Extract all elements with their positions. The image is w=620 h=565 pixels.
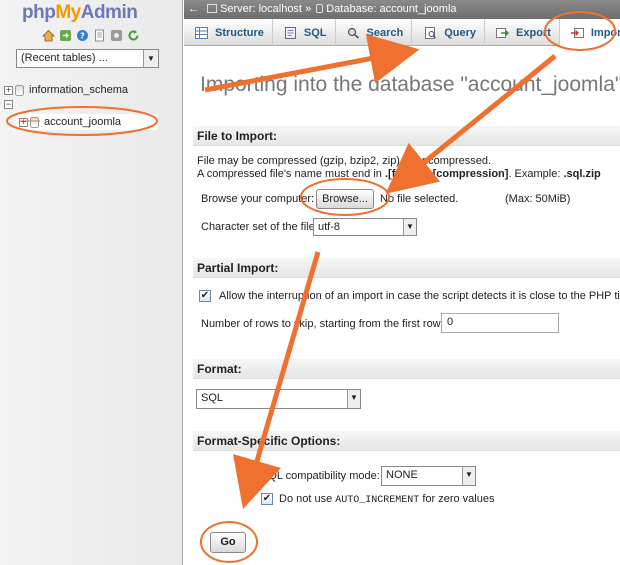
back-arrow-icon[interactable]: ←	[188, 3, 199, 15]
tab-query[interactable]: Query	[412, 19, 486, 46]
database-icon	[30, 116, 39, 128]
structure-icon	[195, 26, 208, 39]
format-select[interactable]: SQL ▼	[196, 389, 361, 409]
reload-icon[interactable]	[127, 29, 140, 42]
quick-links: ?	[42, 29, 140, 42]
no-auto-increment-checkbox[interactable]: ✔	[261, 493, 273, 505]
db-tree-item-information-schema[interactable]: + information_schema	[4, 84, 128, 96]
section-file-to-import: File to Import:	[193, 126, 620, 146]
svg-text:?: ?	[80, 32, 85, 41]
import-icon	[570, 27, 584, 39]
breadcrumb-server[interactable]: Server: localhost	[220, 3, 302, 15]
tab-sql[interactable]: SQL	[273, 19, 336, 46]
page-title: Importing into the database "account_joo…	[200, 73, 620, 96]
expand-icon[interactable]: +	[4, 85, 13, 95]
documentation-icon[interactable]	[93, 29, 106, 42]
query-icon	[424, 26, 437, 39]
section-format: Format:	[193, 359, 620, 379]
database-icon	[316, 4, 324, 13]
export-icon	[496, 27, 510, 39]
compression-note: File may be compressed (gzip, bzip2, zip…	[197, 155, 492, 167]
help-icon[interactable]: ?	[76, 29, 89, 42]
breadcrumb: ← Server: localhost » Database: account_…	[184, 0, 620, 19]
database-icon	[15, 84, 24, 96]
allow-interrupt-checkbox[interactable]: ✔	[199, 290, 211, 302]
logout-icon[interactable]	[59, 29, 72, 42]
sql-icon	[284, 26, 297, 39]
tab-bar: Structure SQL Search Query Export Import	[184, 19, 620, 46]
max-upload-size: (Max: 50MiB)	[505, 193, 571, 205]
section-format-options: Format-Specific Options:	[193, 431, 620, 451]
skip-rows-label: Number of rows to skip, starting from th…	[201, 318, 444, 330]
no-auto-increment-label: Do not use AUTO_INCREMENT for zero value…	[279, 493, 495, 506]
allow-interrupt-label: Allow the interruption of an import in c…	[219, 290, 620, 302]
compressed-filename-note: A compressed file's name must end in .[f…	[197, 168, 601, 180]
search-icon	[347, 27, 360, 39]
expand-icon[interactable]: +	[19, 117, 28, 127]
browse-label: Browse your computer:	[201, 193, 315, 205]
tab-structure[interactable]: Structure	[184, 19, 273, 46]
sql-compat-label: SQL compatibility mode:	[261, 470, 380, 482]
browse-button[interactable]: Browse...	[316, 189, 374, 209]
tab-import[interactable]: Import	[559, 19, 620, 46]
db-tree-item-account-joomla[interactable]: + account_joomla	[16, 114, 158, 130]
chevron-down-icon: ▼	[347, 390, 360, 408]
chevron-down-icon: ▼	[403, 219, 416, 235]
sql-compat-select[interactable]: NONE ▼	[381, 466, 476, 486]
recent-tables-select[interactable]: (Recent tables) ... ▼	[16, 49, 159, 68]
breadcrumb-database[interactable]: Database: account_joomla	[326, 3, 456, 15]
import-form: Importing into the database "account_joo…	[184, 47, 620, 565]
db-tree-collapse[interactable]: −	[4, 100, 15, 109]
main-panel: ← Server: localhost » Database: account_…	[184, 0, 620, 565]
server-icon	[207, 4, 218, 13]
skip-rows-input[interactable]: 0	[441, 313, 559, 333]
section-partial-import: Partial Import:	[193, 258, 620, 278]
tab-export[interactable]: Export	[485, 19, 560, 46]
charset-label: Character set of the file:	[201, 221, 318, 233]
tab-search[interactable]: Search	[336, 19, 413, 46]
home-icon[interactable]	[42, 29, 55, 42]
chevron-down-icon: ▼	[462, 467, 475, 485]
phpmyadmin-logo[interactable]: phpMyAdmin	[22, 2, 138, 24]
settings-icon[interactable]	[110, 29, 123, 42]
charset-select[interactable]: utf-8 ▼	[313, 218, 417, 236]
no-file-selected-text: No file selected.	[380, 193, 459, 205]
chevron-down-icon: ▼	[143, 50, 158, 67]
navigation-sidebar: phpMyAdmin ? (Recent tables) ... ▼ + inf…	[0, 0, 183, 565]
go-button[interactable]: Go	[210, 532, 246, 553]
collapse-icon[interactable]: −	[4, 100, 13, 109]
